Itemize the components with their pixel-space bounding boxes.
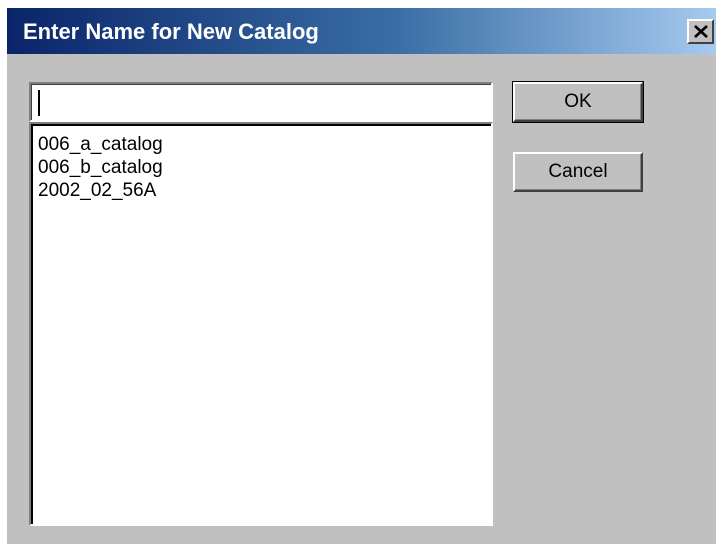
cancel-button[interactable]: Cancel <box>513 152 643 192</box>
dialog-title: Enter Name for New Catalog <box>23 19 319 44</box>
text-caret <box>38 90 40 116</box>
existing-catalogs-list[interactable]: 006_a_catalog 006_b_catalog 2002_02_56A <box>29 122 493 526</box>
list-item[interactable]: 006_a_catalog <box>38 133 491 156</box>
list-item[interactable]: 2002_02_56A <box>38 179 491 202</box>
ok-button[interactable]: OK <box>512 81 644 123</box>
close-icon <box>694 25 708 38</box>
title-bar[interactable]: Enter Name for New Catalog <box>7 8 716 54</box>
list-item[interactable]: 006_b_catalog <box>38 156 491 179</box>
close-button[interactable] <box>687 19 714 44</box>
catalog-name-input[interactable] <box>29 82 493 122</box>
